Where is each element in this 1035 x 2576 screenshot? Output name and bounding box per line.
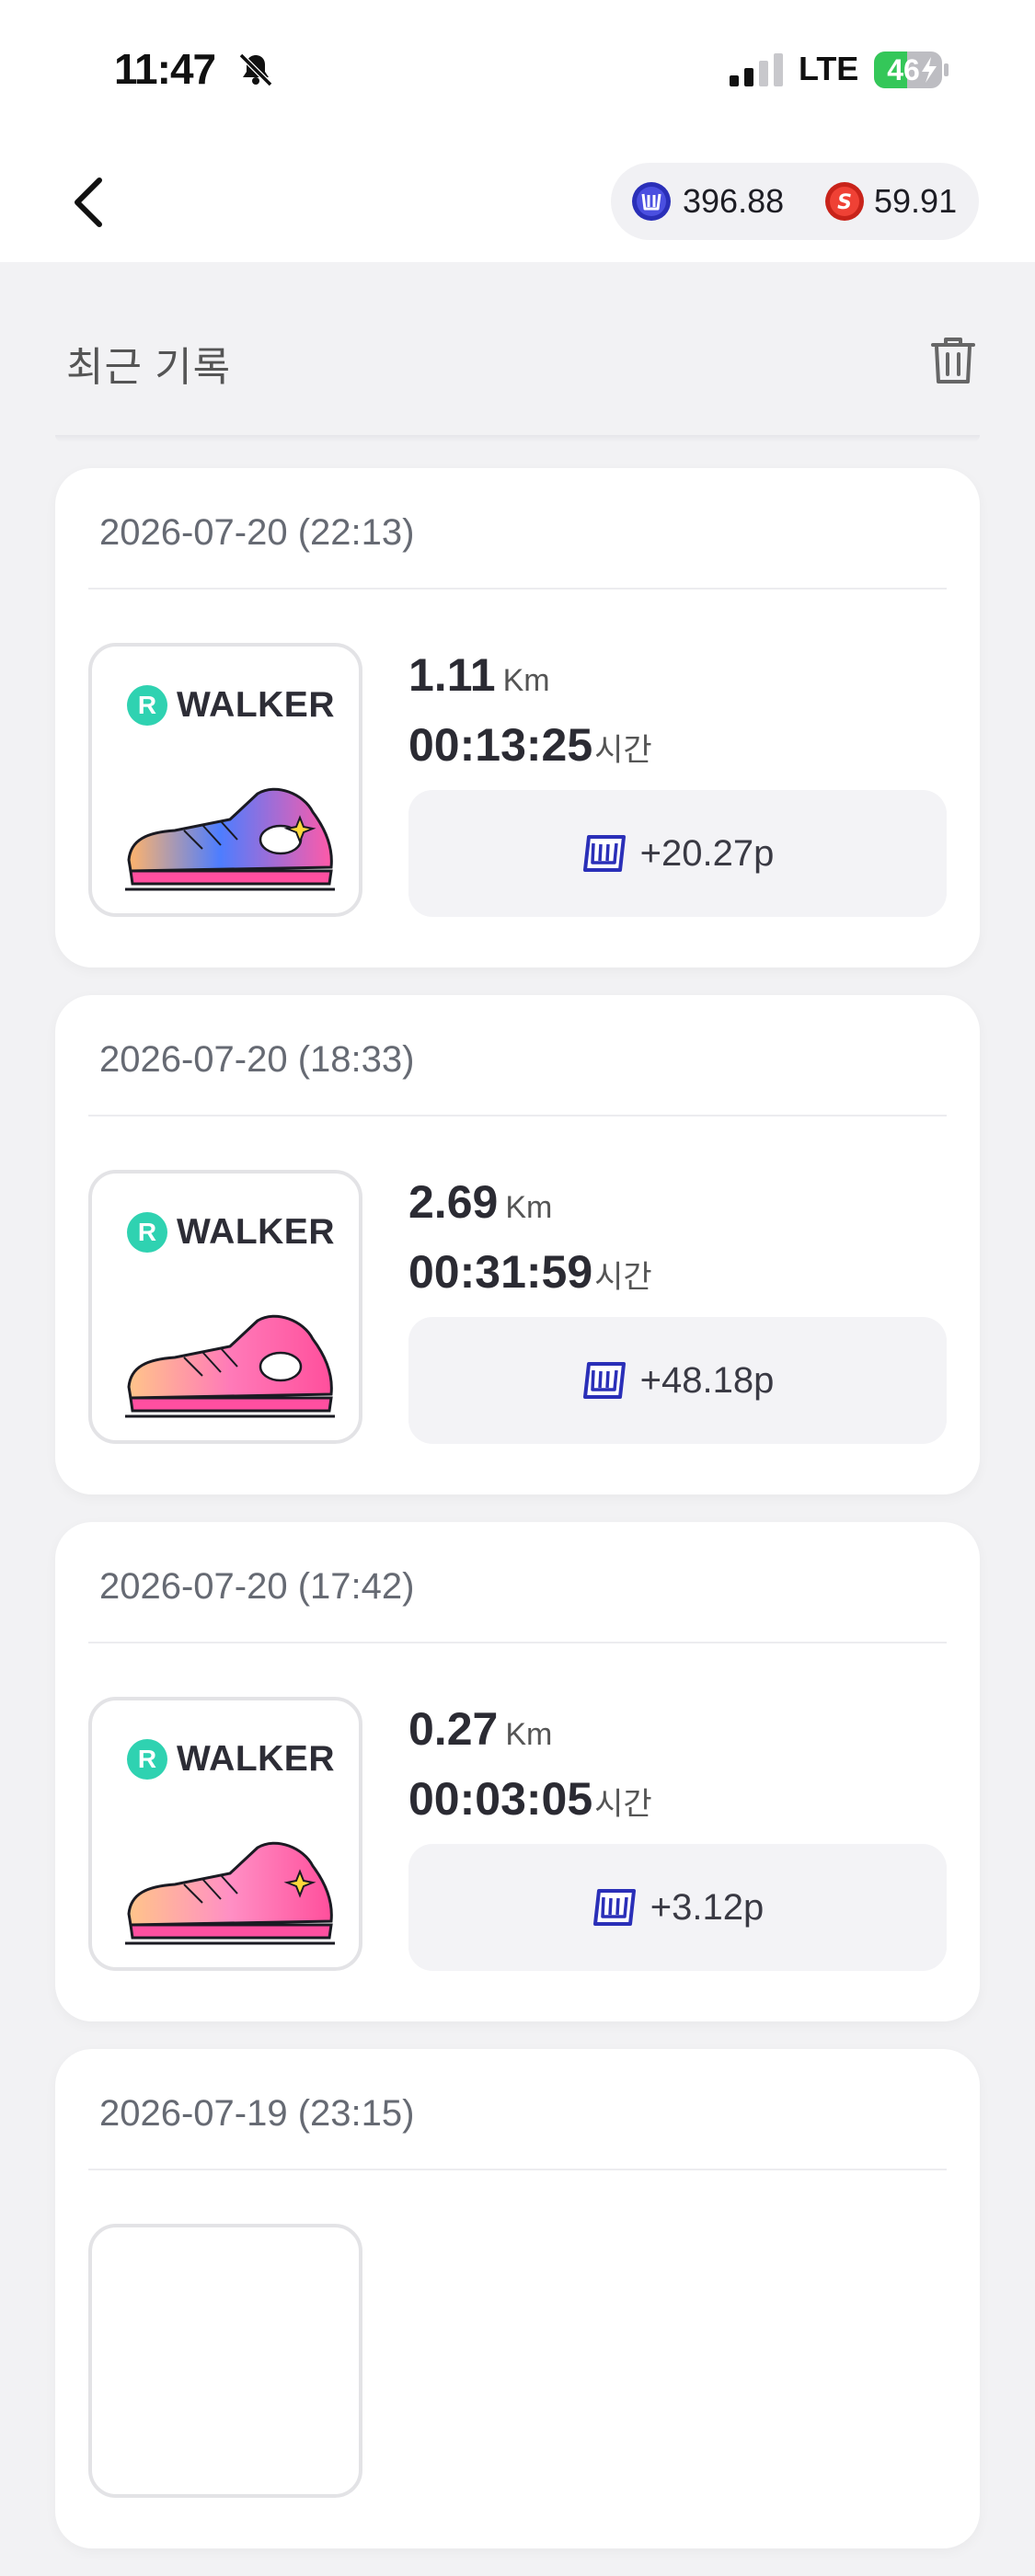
back-button[interactable] bbox=[61, 166, 116, 239]
battery-level: 46 bbox=[887, 53, 920, 86]
balance-pill[interactable]: 396.88 S 59.91 bbox=[611, 163, 979, 240]
s-coin-icon: S bbox=[825, 182, 864, 221]
card-divider bbox=[88, 588, 947, 590]
status-bar: 11:47 LTE 46 bbox=[0, 0, 1035, 138]
w-point-icon bbox=[592, 1889, 636, 1926]
records-list: 2026-07-20 (22:13) R WALKER 1.11 Km 00:1… bbox=[55, 468, 980, 2576]
w-coin-icon bbox=[632, 182, 671, 221]
distance-unit: Km bbox=[502, 663, 550, 698]
brand-name: WALKER bbox=[177, 1739, 335, 1779]
brand-name: WALKER bbox=[177, 685, 335, 725]
shoe-thumbnail: R WALKER bbox=[88, 1170, 362, 1444]
brand-logo-icon: R bbox=[127, 685, 167, 726]
card-divider bbox=[88, 2169, 947, 2170]
record-card[interactable]: 2026-07-19 (23:15) bbox=[55, 2049, 980, 2548]
distance-unit: Km bbox=[505, 1717, 553, 1752]
duration-stat: 00:13:25 시간 bbox=[408, 718, 652, 773]
duration-unit: 시간 bbox=[594, 733, 652, 768]
distance-stat: 0.27 Km bbox=[408, 1702, 552, 1757]
shoe-thumbnail: R WALKER bbox=[88, 643, 362, 917]
brand: R WALKER bbox=[127, 1737, 335, 1781]
duration-unit: 시간 bbox=[594, 1787, 652, 1822]
reward-points: +20.27p bbox=[639, 832, 775, 874]
section-divider bbox=[55, 435, 980, 442]
shoe-thumbnail: R WALKER bbox=[88, 1697, 362, 1971]
sneaker-image bbox=[125, 787, 335, 891]
reward-box: +20.27p bbox=[408, 790, 947, 917]
duration-value: 00:13:25 bbox=[408, 719, 593, 771]
chevron-left-icon bbox=[75, 177, 102, 227]
card-divider bbox=[88, 1115, 947, 1116]
distance-value: 0.27 bbox=[408, 1703, 499, 1755]
svg-text:S: S bbox=[837, 191, 852, 214]
record-card[interactable]: 2026-07-20 (18:33) R WALKER 2.69 Km 00:3… bbox=[55, 995, 980, 1494]
w-point-icon bbox=[582, 835, 626, 872]
section-header: 최근 기록 bbox=[0, 262, 1035, 442]
signal-icon bbox=[730, 53, 783, 86]
duration-stat: 00:31:59 시간 bbox=[408, 1245, 652, 1300]
record-date: 2026-07-20 (17:42) bbox=[99, 1566, 415, 1607]
duration-value: 00:03:05 bbox=[408, 1773, 593, 1825]
distance-stat: 1.11 Km bbox=[408, 648, 550, 704]
shoe-thumbnail bbox=[88, 2224, 362, 2498]
reward-box: +48.18p bbox=[408, 1317, 947, 1444]
trash-icon[interactable] bbox=[927, 334, 979, 385]
brand-name: WALKER bbox=[177, 1212, 335, 1252]
duration-unit: 시간 bbox=[594, 1260, 652, 1295]
reward-points: +48.18p bbox=[639, 1359, 775, 1401]
record-card[interactable]: 2026-07-20 (17:42) R WALKER 0.27 Km 00:0… bbox=[55, 1522, 980, 2021]
bell-muted-icon bbox=[238, 52, 273, 87]
reward-points: +3.12p bbox=[650, 1886, 765, 1928]
w-point-icon bbox=[582, 1362, 626, 1399]
brand: R WALKER bbox=[127, 1210, 335, 1254]
sneaker-image bbox=[125, 1841, 335, 1945]
sneaker-image bbox=[125, 1314, 335, 1418]
s-balance: 59.91 bbox=[874, 182, 958, 220]
reward-box: +3.12p bbox=[408, 1844, 947, 1971]
brand: R WALKER bbox=[127, 683, 335, 727]
distance-stat: 2.69 Km bbox=[408, 1175, 552, 1231]
record-card[interactable]: 2026-07-20 (22:13) R WALKER 1.11 Km 00:1… bbox=[55, 468, 980, 967]
record-date: 2026-07-20 (22:13) bbox=[99, 512, 415, 553]
w-balance: 396.88 bbox=[683, 182, 785, 220]
top-bar: 11:47 LTE 46 396.88 S 59.91 bbox=[0, 0, 1035, 262]
duration-value: 00:31:59 bbox=[408, 1246, 593, 1298]
status-time: 11:47 bbox=[114, 45, 216, 93]
card-divider bbox=[88, 1642, 947, 1643]
record-date: 2026-07-19 (23:15) bbox=[99, 2093, 415, 2134]
section-title: 최근 기록 bbox=[66, 345, 232, 390]
duration-stat: 00:03:05 시간 bbox=[408, 1772, 652, 1827]
brand-logo-icon: R bbox=[127, 1739, 167, 1780]
distance-value: 1.11 bbox=[408, 649, 496, 701]
distance-unit: Km bbox=[505, 1190, 553, 1225]
distance-value: 2.69 bbox=[408, 1176, 499, 1228]
brand-logo-icon: R bbox=[127, 1212, 167, 1253]
network-type: LTE bbox=[799, 50, 859, 87]
record-date: 2026-07-20 (18:33) bbox=[99, 1039, 415, 1080]
